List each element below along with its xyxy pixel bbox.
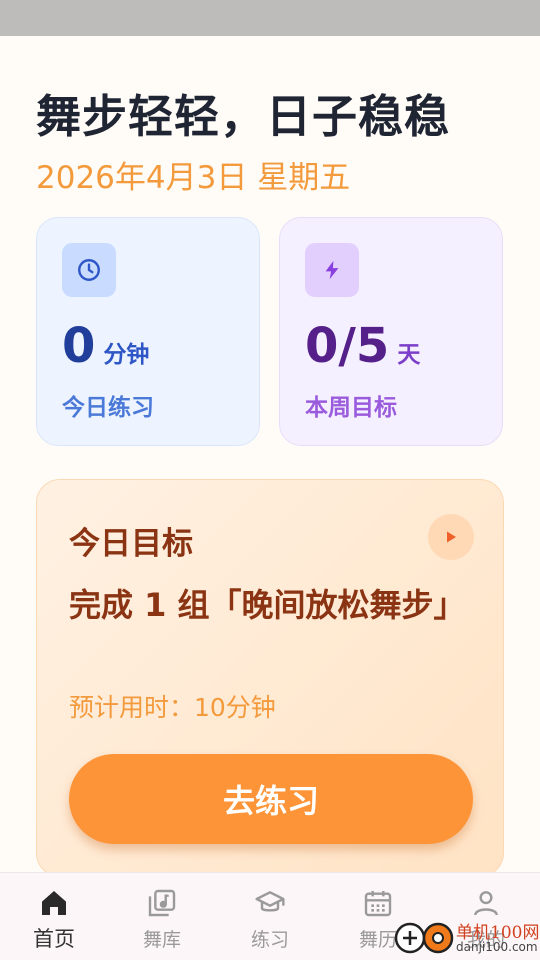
goal-estimate: 预计用时：10分钟 xyxy=(69,693,276,722)
tab-home[interactable]: 首页 xyxy=(0,873,108,960)
today-practice-number: 0 xyxy=(62,318,96,374)
date-label: 2026年4月3日 星期五 xyxy=(36,160,351,196)
graduation-cap-icon xyxy=(255,891,285,912)
goal-task: 完成 1 组「晚间放松舞步」 xyxy=(69,586,466,624)
weekly-goal-number: 0/5 xyxy=(305,318,390,374)
tab-practice[interactable]: 练习 xyxy=(216,873,324,960)
today-goal-card: 今日目标 完成 1 组「晚间放松舞步」 预计用时：10分钟 去练习 xyxy=(36,479,504,877)
tab-library-label: 舞库 xyxy=(142,929,181,951)
weekly-goal-label: 本周目标 xyxy=(305,395,397,421)
watermark: 单机100网 danji100.com xyxy=(392,914,540,960)
music-library-icon xyxy=(148,889,176,917)
weekly-goal-unit: 天 xyxy=(397,342,421,368)
start-practice-button[interactable]: 去练习 xyxy=(69,754,473,844)
today-practice-card[interactable]: 0 分钟 今日练习 xyxy=(36,217,260,446)
watermark-url: danji100.com xyxy=(456,940,538,954)
tab-home-label: 首页 xyxy=(33,927,75,951)
play-icon xyxy=(447,531,456,543)
today-practice-label: 今日练习 xyxy=(62,395,154,421)
today-practice-value: 0 分钟 xyxy=(62,318,149,374)
lightning-icon xyxy=(305,243,359,297)
tab-practice-label: 练习 xyxy=(250,929,289,951)
weekly-goal-card[interactable]: 0/5 天 本周目标 xyxy=(279,217,503,446)
goal-title: 今日目标 xyxy=(69,526,193,562)
clock-icon xyxy=(62,243,116,297)
play-button[interactable] xyxy=(428,514,474,560)
weekly-goal-value: 0/5 天 xyxy=(305,318,420,374)
page-title: 舞步轻轻，日子稳稳 xyxy=(36,90,451,143)
status-bar xyxy=(0,0,540,36)
today-practice-unit: 分钟 xyxy=(103,342,150,368)
home-icon xyxy=(42,891,66,915)
tab-library[interactable]: 舞库 xyxy=(108,873,216,960)
calendar-icon xyxy=(364,891,392,917)
watermark-logo-icon xyxy=(394,922,454,954)
